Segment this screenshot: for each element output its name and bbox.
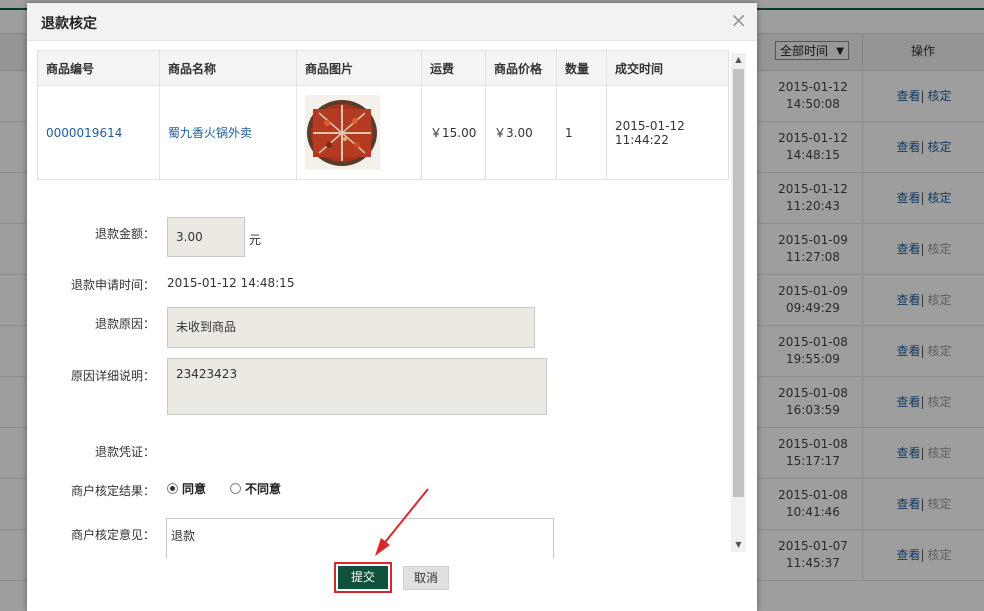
refund-verify-dialog: 退款核定 × 商品编号 商品名称 商品图片 运费 商品价格 数量 成交时间 00… bbox=[27, 3, 757, 611]
cancel-button[interactable]: 取消 bbox=[403, 566, 449, 590]
dialog-title: 退款核定 bbox=[41, 16, 97, 32]
table-row: 0000019614 蜀九香火锅外卖 ￥15.00 ￥3.00 1 2015-0… bbox=[37, 85, 729, 180]
submit-button-label: 提交 bbox=[338, 566, 388, 589]
reason-detail-label: 原因详细说明： bbox=[70, 369, 155, 383]
reason-detail-field: 23423423 bbox=[167, 358, 547, 415]
price-value: ￥3.00 bbox=[485, 85, 557, 180]
shipping-value: ￥15.00 bbox=[421, 85, 486, 180]
close-icon[interactable]: × bbox=[730, 10, 747, 30]
col-deal-time: 成交时间 bbox=[606, 50, 729, 86]
refund-voucher-label: 退款凭证： bbox=[94, 445, 155, 459]
scroll-up-icon[interactable]: ▲ bbox=[731, 53, 746, 67]
qty-value: 1 bbox=[556, 85, 607, 180]
col-product-name: 商品名称 bbox=[159, 50, 297, 86]
goods-table: 商品编号 商品名称 商品图片 运费 商品价格 数量 成交时间 000001961… bbox=[37, 50, 729, 180]
scrollbar-thumb[interactable] bbox=[733, 69, 744, 497]
product-name-link[interactable]: 蜀九香火锅外卖 bbox=[159, 85, 297, 180]
dialog-header: 退款核定 × bbox=[27, 3, 757, 41]
refund-reason-label: 退款原因： bbox=[94, 317, 155, 331]
radio-disagree-label: 不同意 bbox=[245, 482, 282, 496]
refund-amount-field: 3.00 bbox=[167, 217, 245, 257]
apply-time-value: 2015-01-12 14:48:15 bbox=[167, 276, 295, 290]
product-image-cell bbox=[296, 85, 422, 180]
goods-table-header: 商品编号 商品名称 商品图片 运费 商品价格 数量 成交时间 bbox=[37, 50, 729, 86]
product-id-link[interactable]: 0000019614 bbox=[37, 85, 160, 180]
col-product-image: 商品图片 bbox=[296, 50, 422, 86]
col-qty: 数量 bbox=[556, 50, 607, 86]
radio-agree[interactable]: 同意 bbox=[167, 480, 206, 497]
radio-agree-label: 同意 bbox=[182, 482, 207, 496]
refund-amount-unit: 元 bbox=[249, 233, 262, 247]
product-image[interactable] bbox=[305, 95, 380, 170]
deal-time-value: 2015-01-12 11:44:22 bbox=[606, 85, 729, 180]
verify-result-label: 商户核定结果： bbox=[70, 484, 155, 498]
col-shipping: 运费 bbox=[421, 50, 486, 86]
col-price: 商品价格 bbox=[485, 50, 557, 86]
apply-time-label: 退款申请时间： bbox=[70, 278, 155, 292]
radio-disagree[interactable]: 不同意 bbox=[230, 480, 281, 497]
dialog-scrollbar[interactable]: ▲ ▼ bbox=[731, 53, 746, 552]
submit-button[interactable]: 提交 bbox=[334, 562, 392, 593]
col-product-id: 商品编号 bbox=[37, 50, 160, 86]
scroll-down-icon[interactable]: ▼ bbox=[731, 538, 746, 552]
verify-opinion-label: 商户核定意见： bbox=[70, 528, 155, 542]
refund-reason-field: 未收到商品 bbox=[167, 307, 535, 348]
dialog-content: 商品编号 商品名称 商品图片 运费 商品价格 数量 成交时间 000001961… bbox=[35, 49, 745, 552]
refund-amount-label: 退款金额： bbox=[94, 227, 155, 241]
radio-unselected-icon[interactable] bbox=[230, 483, 241, 494]
radio-selected-icon[interactable] bbox=[167, 483, 178, 494]
verify-opinion-input[interactable]: 退款 bbox=[166, 518, 554, 558]
